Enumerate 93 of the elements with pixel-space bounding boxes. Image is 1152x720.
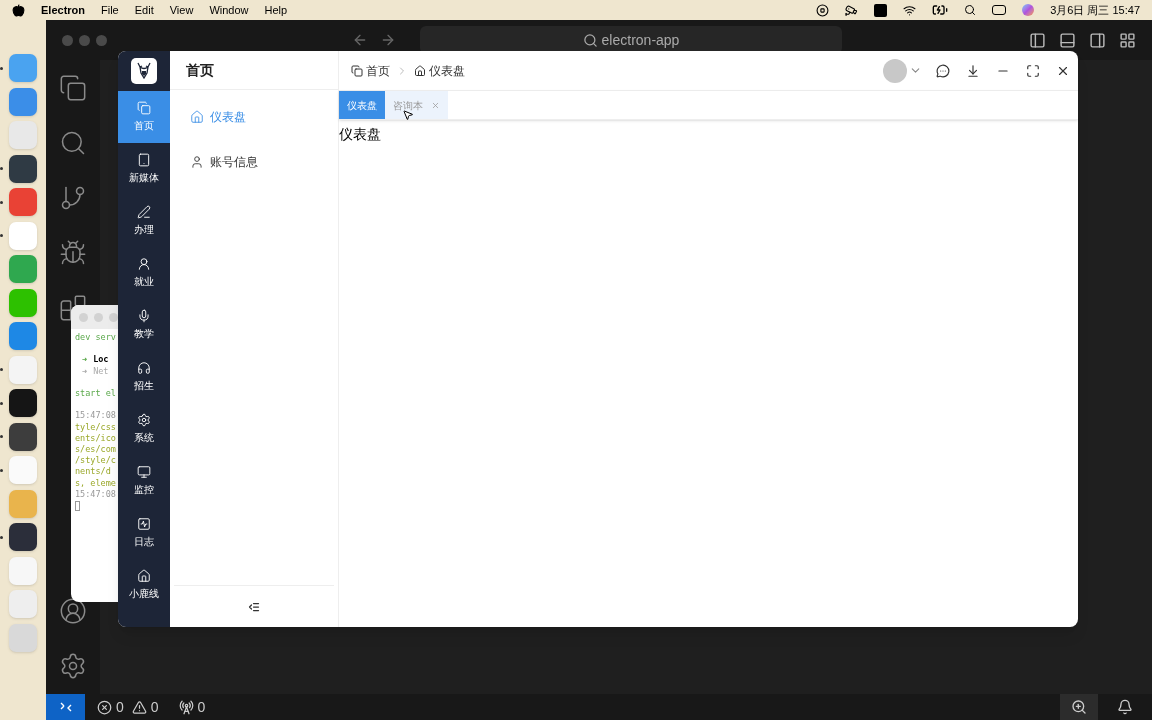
panel-title: 首页	[186, 60, 214, 80]
search-text: electron-app	[601, 30, 680, 50]
terminal-line: 15:47:08	[75, 410, 117, 422]
headphones-icon	[137, 361, 151, 375]
deer-logo	[131, 58, 157, 84]
siri-icon[interactable]	[1022, 4, 1035, 16]
search-icon	[582, 32, 598, 48]
house-icon	[190, 109, 204, 124]
menu-item[interactable]: File	[101, 1, 119, 19]
app-icon[interactable]	[9, 523, 37, 551]
sidebar-toggle-icon[interactable]	[1029, 31, 1046, 49]
source-control-icon[interactable]	[59, 184, 87, 212]
apple-icon[interactable]	[12, 3, 25, 17]
back-icon[interactable]	[352, 32, 368, 48]
terminal-line: dev serv	[75, 332, 117, 344]
app-icon[interactable]	[9, 154, 37, 183]
menu-clock[interactable]: 3月6日 周三 15:47	[1050, 1, 1140, 19]
rail-item[interactable]: 小鹿线	[118, 559, 170, 611]
app-icon[interactable]	[9, 389, 37, 417]
maximize-icon[interactable]	[1026, 63, 1040, 78]
terminal-line: start el	[75, 388, 117, 400]
debug-icon[interactable]	[59, 239, 87, 267]
rail-item[interactable]: 日志	[118, 507, 170, 559]
error-icon	[97, 699, 112, 715]
cursor-icon	[402, 109, 414, 121]
collapse-icon[interactable]	[248, 600, 260, 613]
terminal-line: ents/ico	[75, 432, 117, 444]
house-icon	[137, 569, 151, 583]
zoom-icon[interactable]	[1060, 694, 1098, 720]
account-icon[interactable]	[59, 597, 87, 625]
layout-icon[interactable]	[1119, 31, 1136, 49]
notifications-icon[interactable]	[1117, 699, 1133, 715]
breadcrumb-item[interactable]: 首页	[351, 61, 390, 80]
search-icon[interactable]	[964, 4, 977, 16]
panel-toggle-icon[interactable]	[1059, 31, 1076, 49]
terminal-line: ➜ Loc	[81, 354, 110, 366]
terminal-cursor	[75, 501, 80, 511]
menu-item[interactable]: Edit	[134, 1, 154, 19]
warning-icon	[131, 699, 147, 715]
errors-status[interactable]: 0	[97, 696, 124, 718]
rail-item[interactable]: 招生	[118, 351, 170, 403]
command-search-field[interactable]: electron-app	[420, 26, 842, 54]
forward-icon[interactable]	[380, 32, 396, 48]
secondary-sidebar-icon[interactable]	[1089, 31, 1106, 49]
message-icon[interactable]	[936, 63, 950, 78]
user-icon	[137, 257, 151, 271]
settings-icon[interactable]	[59, 652, 87, 680]
menu-item[interactable]: Window	[209, 1, 249, 19]
app-status-icon[interactable]	[845, 3, 859, 17]
terminal-line: s/es/com	[75, 444, 117, 456]
chart-icon	[137, 517, 151, 531]
tablet-icon	[137, 153, 151, 167]
rail-item[interactable]: 新媒体	[118, 143, 170, 195]
terminal-line: 15:47:08	[75, 488, 117, 500]
terminal-line: ➜ Net	[81, 365, 110, 377]
house-icon	[414, 64, 426, 77]
control-center-icon[interactable]	[992, 5, 1007, 15]
record-icon[interactable]	[816, 3, 830, 17]
pen-icon	[137, 205, 151, 219]
rail-item[interactable]: 就业	[118, 247, 170, 299]
page-content: 仪表盘	[339, 126, 381, 142]
menu-item[interactable]: View	[169, 1, 194, 19]
search-icon[interactable]	[59, 129, 87, 157]
explorer-icon[interactable]	[59, 74, 87, 102]
copy-icon	[137, 101, 151, 115]
download-icon[interactable]	[966, 63, 980, 78]
breadcrumb-item[interactable]: 仪表盘	[414, 61, 465, 80]
rail-item[interactable]: 系统	[118, 403, 170, 455]
battery-icon[interactable]	[932, 2, 949, 18]
remote-icon	[58, 700, 73, 714]
monitor-icon	[137, 465, 151, 479]
rail-item[interactable]: 监控	[118, 455, 170, 507]
warnings-status[interactable]: 0	[131, 696, 159, 718]
app-menu[interactable]: Electron	[41, 1, 85, 19]
gear-icon	[137, 413, 151, 427]
remote-button[interactable]	[46, 694, 85, 720]
submenu-item[interactable]: 仪表盘	[170, 94, 338, 139]
copy-icon	[351, 64, 363, 77]
ports-status[interactable]: 0	[178, 696, 206, 718]
submenu-item[interactable]: 账号信息	[170, 139, 338, 184]
input-method-icon[interactable]	[874, 3, 888, 17]
microphone-icon	[137, 309, 151, 323]
user-icon	[190, 154, 204, 169]
terminal-line: tyle/css	[75, 421, 117, 433]
wifi-icon[interactable]	[903, 3, 917, 17]
rail-item[interactable]: 办理	[118, 195, 170, 247]
terminal-line: nents/d	[75, 466, 112, 478]
terminal-line: s, eleme	[75, 477, 117, 489]
antenna-icon	[178, 699, 194, 715]
terminal-line: /style/c	[75, 455, 117, 467]
rail-item[interactable]: 教学	[118, 299, 170, 351]
menu-item[interactable]: Help	[264, 1, 288, 19]
app-icon[interactable]	[9, 422, 37, 451]
